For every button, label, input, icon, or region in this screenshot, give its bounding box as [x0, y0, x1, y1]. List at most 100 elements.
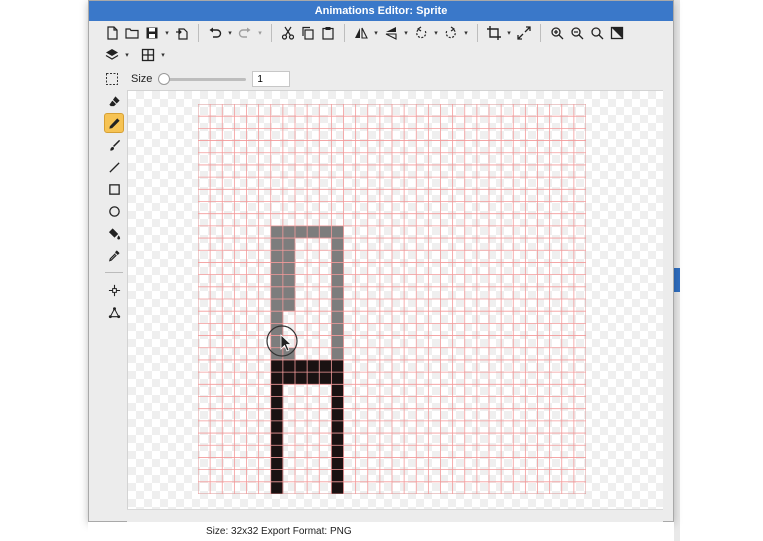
pixel	[282, 274, 296, 288]
horizontal-scrollbar[interactable]	[127, 509, 663, 522]
pencil-icon[interactable]	[104, 113, 124, 133]
flip-v-dropdown-caret[interactable]: ▾	[402, 29, 410, 37]
pixel	[331, 335, 344, 349]
pixel	[319, 372, 332, 385]
rotate-right-dropdown-caret[interactable]: ▾	[462, 29, 470, 37]
pixel	[331, 469, 344, 483]
save-icon[interactable]	[143, 24, 161, 42]
pixel	[270, 457, 284, 470]
pixel	[270, 299, 284, 312]
zoom-out-icon[interactable]	[568, 24, 586, 42]
pixel	[270, 408, 284, 422]
pixel	[331, 359, 344, 373]
pixel	[331, 262, 344, 275]
pixel	[270, 225, 284, 239]
tool-palette	[103, 90, 125, 323]
pixel	[270, 238, 284, 251]
pixel	[270, 262, 284, 275]
pixel	[270, 445, 284, 458]
pixel	[270, 372, 284, 385]
zoom-fit-icon[interactable]	[588, 24, 606, 42]
window-title: Animations Editor: Sprite	[89, 1, 673, 21]
pixel	[319, 359, 332, 373]
pixel	[270, 250, 284, 263]
pixel	[282, 262, 296, 275]
pixel	[331, 347, 344, 361]
pixel	[331, 457, 344, 470]
pixel	[270, 384, 284, 397]
pixel	[331, 384, 344, 397]
zoom-in-icon[interactable]	[548, 24, 566, 42]
pixel	[270, 420, 284, 434]
pixel	[295, 225, 308, 239]
rotate-left-dropdown-caret[interactable]: ▾	[432, 29, 440, 37]
fill-bucket-icon[interactable]	[104, 223, 124, 243]
pixel	[331, 250, 344, 263]
flip-horizontal-icon[interactable]	[352, 24, 370, 42]
pixel	[331, 323, 344, 336]
crop-icon[interactable]	[485, 24, 503, 42]
brush-icon[interactable]	[104, 135, 124, 155]
pixel	[270, 359, 284, 373]
pixel	[331, 420, 344, 434]
size-label: Size	[131, 73, 153, 85]
canvas-viewport[interactable]	[127, 90, 663, 509]
toolbar-separator	[540, 24, 541, 42]
fill-screen-icon[interactable]	[608, 24, 626, 42]
sprite-canvas[interactable]	[198, 104, 586, 494]
eraser-icon[interactable]	[104, 91, 124, 111]
pixel	[307, 225, 320, 239]
pixel	[331, 225, 344, 239]
pixel	[270, 286, 284, 300]
pixel	[270, 347, 284, 361]
line-icon[interactable]	[104, 157, 124, 177]
cut-icon[interactable]	[279, 24, 297, 42]
ellipse-icon[interactable]	[104, 201, 124, 221]
redo-dropdown-caret[interactable]: ▾	[256, 29, 264, 37]
size-slider[interactable]	[158, 72, 247, 86]
eyedropper-icon[interactable]	[104, 245, 124, 265]
animations-editor-window: Animations Editor: Sprite ▾ ▾ ▾ ▾ ▾ ▾ ▾ …	[88, 0, 674, 522]
selection-marquee-icon[interactable]	[103, 70, 121, 88]
pixel	[282, 286, 296, 300]
size-slider-track	[158, 78, 247, 81]
layers-dropdown-caret[interactable]: ▾	[123, 51, 131, 59]
rotate-left-icon[interactable]	[412, 24, 430, 42]
flip-dropdown-caret[interactable]: ▾	[372, 29, 380, 37]
save-dropdown-caret[interactable]: ▾	[163, 29, 171, 37]
status-text: Size: 32x32 Export Format: PNG	[206, 526, 352, 537]
undo-icon[interactable]	[206, 24, 224, 42]
pixel	[282, 238, 296, 251]
move-point-icon[interactable]	[104, 280, 124, 300]
size-input[interactable]: 1	[252, 71, 291, 87]
screen: Animations Editor: Sprite ▾ ▾ ▾ ▾ ▾ ▾ ▾ …	[0, 0, 763, 541]
export-icon[interactable]	[173, 24, 191, 42]
pixel	[331, 286, 344, 300]
rotate-right-icon[interactable]	[442, 24, 460, 42]
resize-icon[interactable]	[515, 24, 533, 42]
pixel	[270, 274, 284, 288]
new-file-icon[interactable]	[103, 24, 121, 42]
pixel	[295, 372, 308, 385]
pixel	[282, 372, 296, 385]
pixel	[331, 274, 344, 288]
paste-icon[interactable]	[319, 24, 337, 42]
pixel	[319, 225, 332, 239]
flip-vertical-icon[interactable]	[382, 24, 400, 42]
redo-icon[interactable]	[236, 24, 254, 42]
pixel	[282, 250, 296, 263]
rectangle-icon[interactable]	[104, 179, 124, 199]
copy-icon[interactable]	[299, 24, 317, 42]
pixel	[331, 372, 344, 385]
crop-dropdown-caret[interactable]: ▾	[505, 29, 513, 37]
layers-icon[interactable]	[103, 46, 121, 64]
pixel	[331, 396, 344, 409]
transform-icon[interactable]	[104, 302, 124, 322]
grid-icon[interactable]	[139, 46, 157, 64]
size-slider-thumb[interactable]	[158, 73, 171, 85]
open-folder-icon[interactable]	[123, 24, 141, 42]
status-bar: Size: 32x32 Export Format: PNG	[88, 522, 674, 541]
undo-dropdown-caret[interactable]: ▾	[226, 29, 234, 37]
grid-dropdown-caret[interactable]: ▾	[159, 51, 167, 59]
pixel	[270, 396, 284, 409]
